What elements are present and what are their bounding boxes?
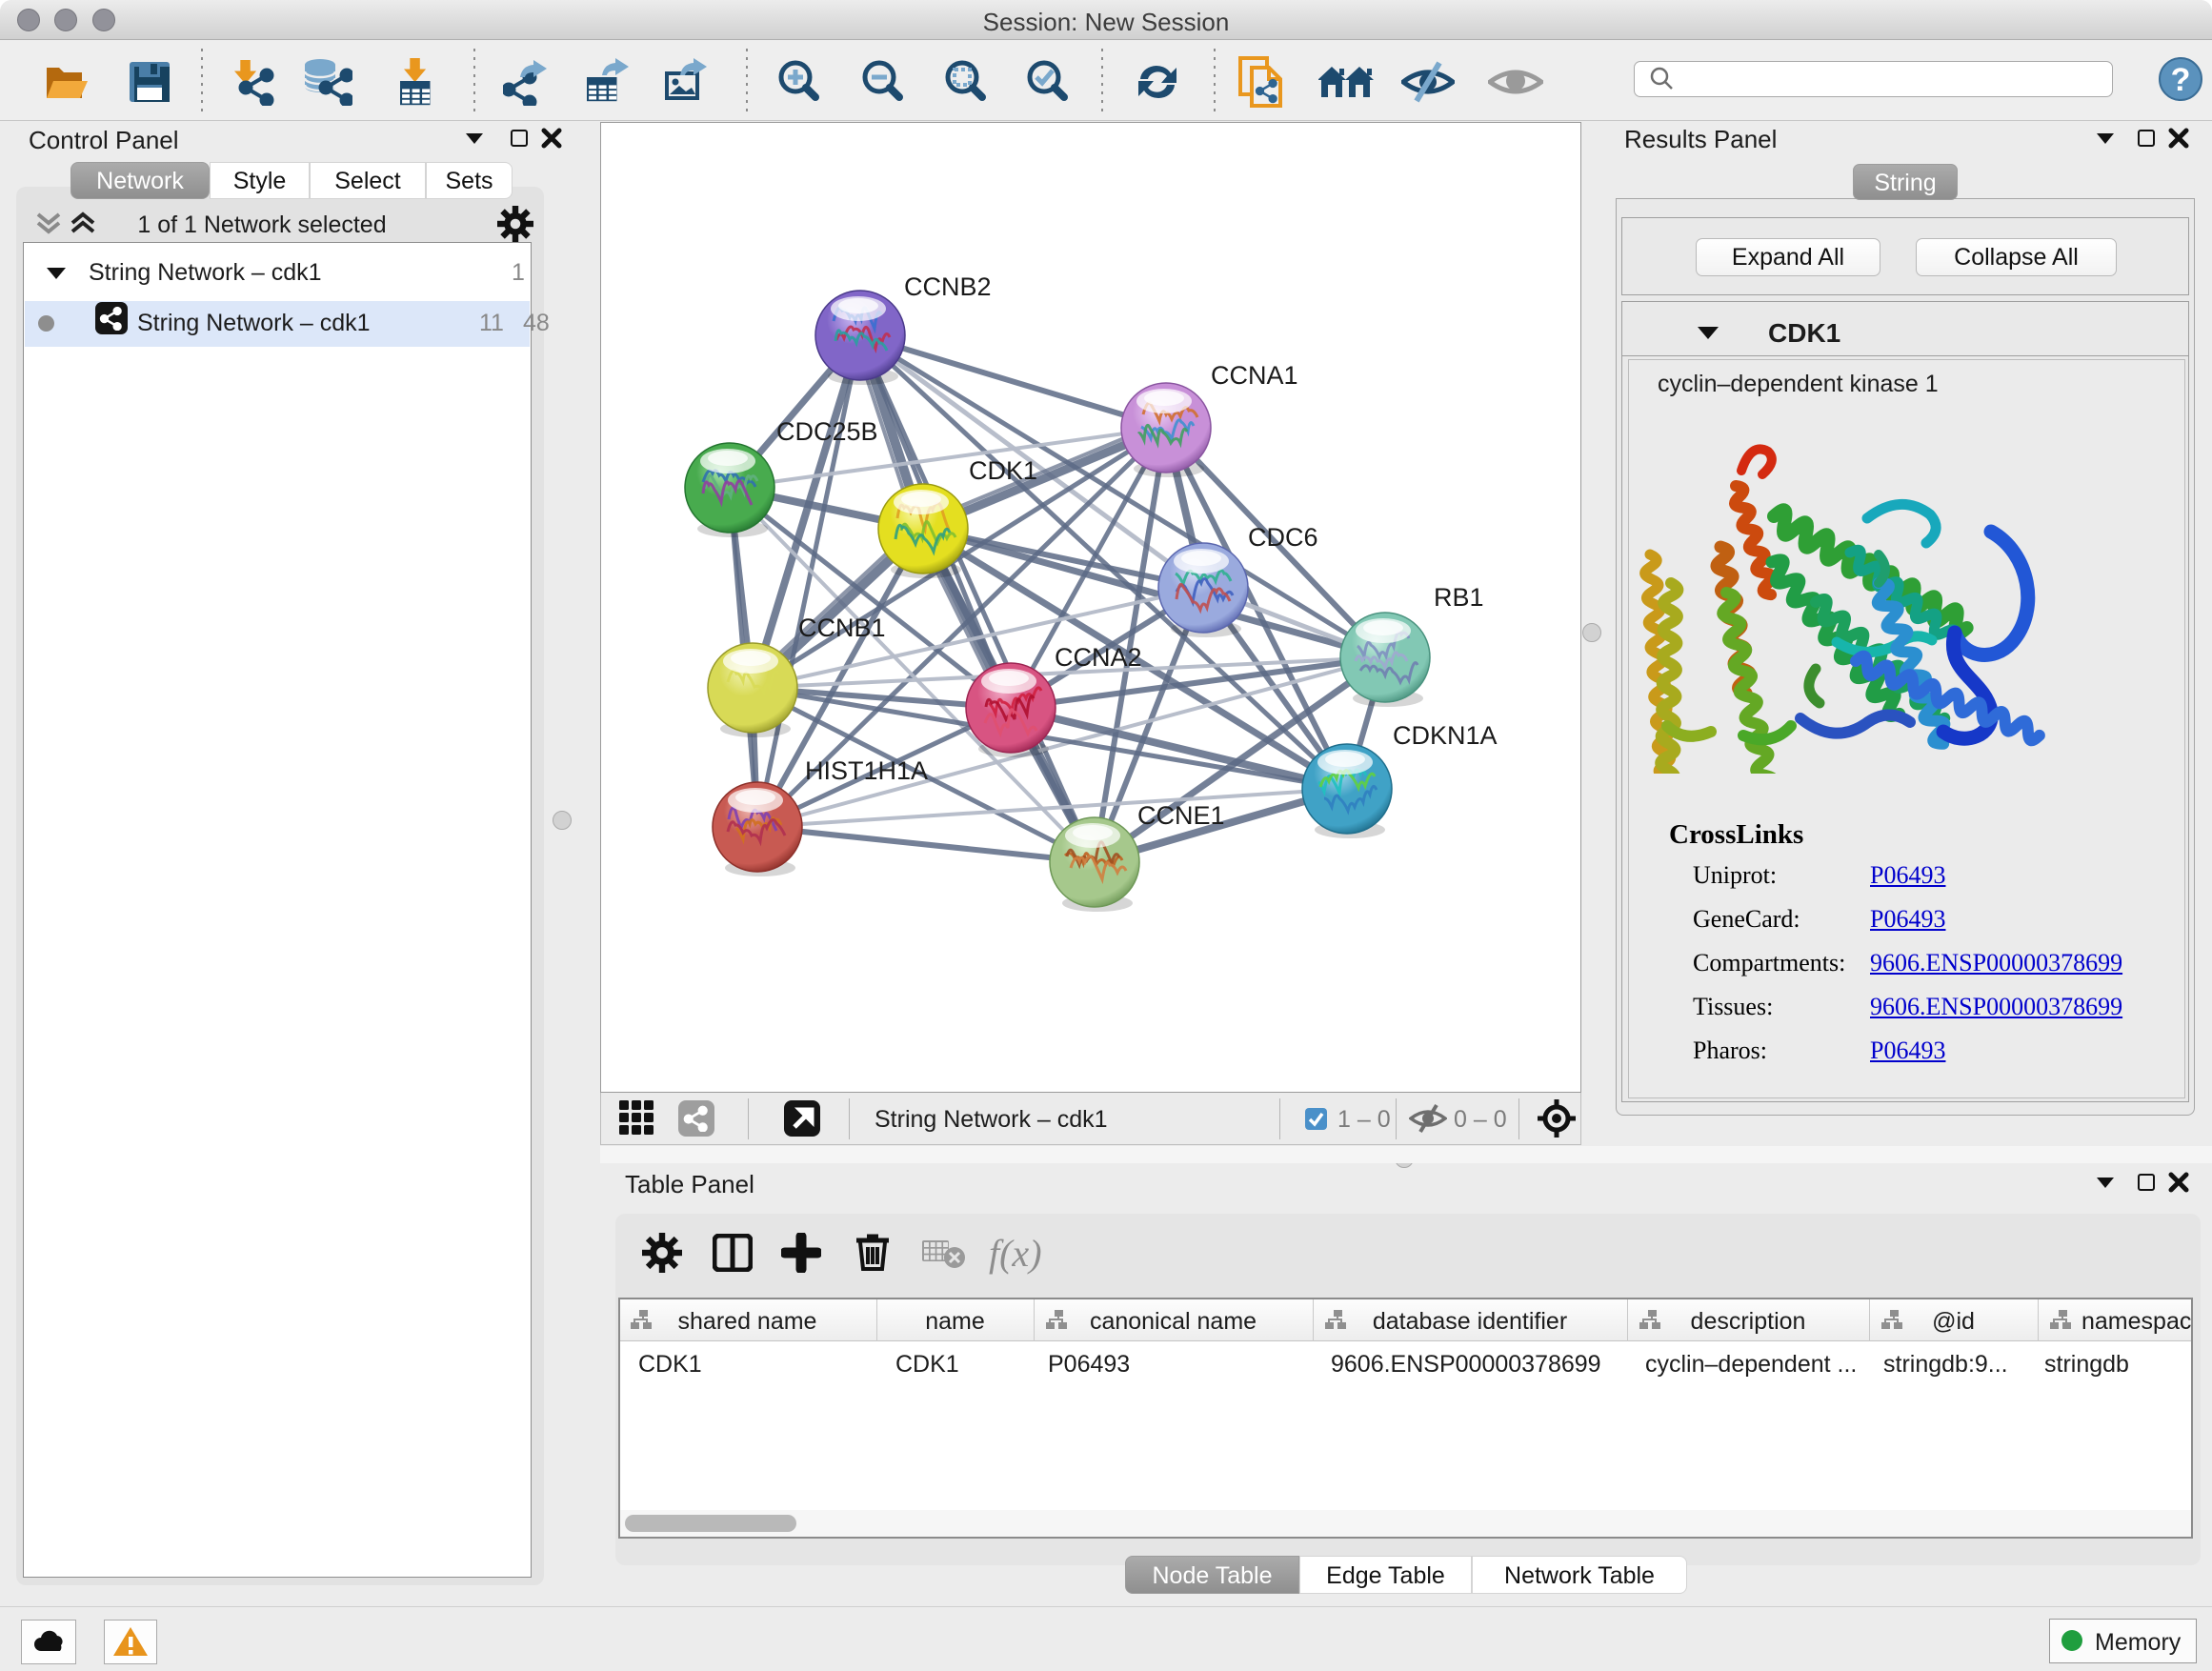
svg-text:CCNA2: CCNA2 xyxy=(1055,643,1142,672)
svg-text:CDC6: CDC6 xyxy=(1248,523,1318,552)
svg-text:CCNE1: CCNE1 xyxy=(1137,801,1225,830)
svg-text:CCNA1: CCNA1 xyxy=(1211,361,1298,390)
svg-text:RB1: RB1 xyxy=(1434,583,1484,612)
svg-text:CDK1: CDK1 xyxy=(969,456,1037,485)
svg-text:CCNB2: CCNB2 xyxy=(904,272,992,301)
svg-text:CDC25B: CDC25B xyxy=(776,417,878,446)
svg-text:CCNB1: CCNB1 xyxy=(798,614,886,642)
svg-text:CDKN1A: CDKN1A xyxy=(1393,721,1498,750)
svg-text:HIST1H1A: HIST1H1A xyxy=(805,756,928,785)
